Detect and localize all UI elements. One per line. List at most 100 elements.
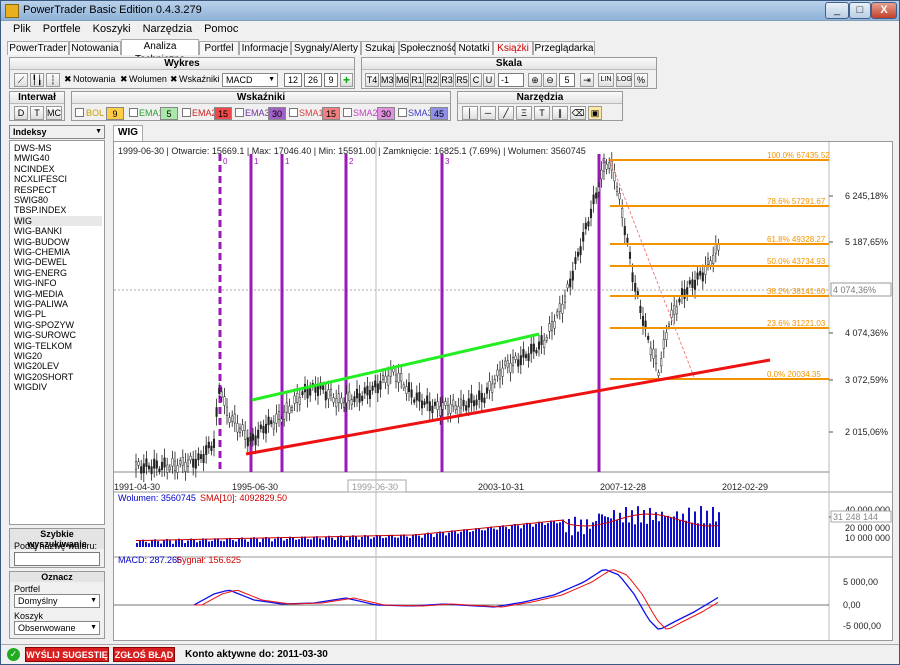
channel-icon[interactable]: ∥: [552, 106, 568, 120]
index-item-wig20[interactable]: WIG20: [14, 351, 102, 361]
index-item-tbsp-index[interactable]: TBSP.INDEX: [14, 205, 102, 215]
interval-d-button[interactable]: D: [14, 106, 28, 120]
tab-spolecznosc[interactable]: Społeczność: [399, 41, 457, 55]
range-r5-button[interactable]: R5: [455, 73, 469, 87]
sma2-value[interactable]: 30: [377, 107, 395, 120]
index-item-wig20lev[interactable]: WIG20LEV: [14, 361, 102, 371]
close-button[interactable]: X: [871, 2, 897, 19]
index-item-wig-energ[interactable]: WIG-ENERG: [14, 268, 102, 278]
index-item-wig-surowc[interactable]: WIG-SUROWC: [14, 330, 102, 340]
range-m6-button[interactable]: M6: [395, 73, 409, 87]
index-item-wig-dewel[interactable]: WIG-DEWEL: [14, 257, 102, 267]
log-scale-button[interactable]: LOG: [616, 73, 632, 87]
sma3-checkbox[interactable]: [398, 108, 407, 117]
add-indicator-button[interactable]: +: [340, 73, 353, 87]
koszyk-select[interactable]: Obserwowane: [14, 621, 100, 635]
index-item-swig80[interactable]: SWIG80: [14, 195, 102, 205]
param2-input[interactable]: 26: [304, 73, 322, 87]
eraser-icon[interactable]: ⌫: [570, 106, 586, 120]
indicator-select[interactable]: MACD: [222, 73, 278, 87]
tab-sygnaly[interactable]: Sygnały/Alerty: [291, 41, 361, 55]
index-item-wig-banki[interactable]: WIG-BANKI: [14, 226, 102, 236]
menu-koszyki[interactable]: Koszyki: [87, 21, 137, 37]
ema2-checkbox[interactable]: [182, 108, 191, 117]
index-item-wig-chemia[interactable]: WIG-CHEMIA: [14, 247, 102, 257]
param1-input[interactable]: 12: [284, 73, 302, 87]
interval-t-button[interactable]: T: [30, 106, 44, 120]
index-item-wig-budow[interactable]: WIG-BUDOW: [14, 237, 102, 247]
bol-checkbox[interactable]: [75, 108, 84, 117]
sma1-value[interactable]: 15: [322, 107, 340, 120]
portfel-select[interactable]: Domyślny: [14, 594, 100, 608]
index-item-ncindex[interactable]: NCINDEX: [14, 164, 102, 174]
tab-powertrader[interactable]: PowerTrader: [7, 41, 69, 55]
tab-informacje[interactable]: Informacje: [239, 41, 291, 55]
tab-szukaj[interactable]: Szukaj: [361, 41, 399, 55]
range-r2-button[interactable]: R2: [425, 73, 439, 87]
zoom-in-icon[interactable]: ⊕: [528, 73, 542, 87]
index-item-wig-telkom[interactable]: WIG-TELKOM: [14, 341, 102, 351]
report-bug-button[interactable]: ZGŁOŚ BŁĄD: [113, 647, 175, 662]
horizontal-line-icon[interactable]: ─: [480, 106, 496, 120]
index-item-wig-spozyw[interactable]: WIG-SPOZYW: [14, 320, 102, 330]
menu-portfele[interactable]: Portfele: [37, 21, 87, 37]
ema3-checkbox[interactable]: [235, 108, 244, 117]
tab-analiza-techniczna[interactable]: Analiza Techniczna: [121, 39, 199, 65]
candle-chart-icon[interactable]: ┆: [46, 73, 60, 87]
index-item-wig-info[interactable]: WIG-INFO: [14, 278, 102, 288]
tab-ksiazki[interactable]: Książki: [493, 41, 533, 55]
range-r3-button[interactable]: R3: [440, 73, 454, 87]
index-item-wig-media[interactable]: WIG-MEDIA: [14, 289, 102, 299]
chart-tab-wig[interactable]: WIG: [113, 125, 143, 141]
range-t4-button[interactable]: T4: [365, 73, 379, 87]
line-chart-icon[interactable]: ⟋: [14, 73, 28, 87]
range-u-button[interactable]: U: [483, 73, 495, 87]
bol-value[interactable]: 9: [106, 107, 124, 120]
ema2-value[interactable]: 15: [214, 107, 232, 120]
chart-area[interactable]: 1999-06-30 | Otwarcie: 15669.1 | Max: 17…: [113, 141, 893, 641]
ema1-value[interactable]: 5: [160, 107, 178, 120]
menu-pomoc[interactable]: Pomoc: [198, 21, 244, 37]
trend-line-icon[interactable]: ╱: [498, 106, 514, 120]
param3-input[interactable]: 9: [324, 73, 338, 87]
percent-scale-button[interactable]: %: [634, 73, 648, 87]
interval-mc-button[interactable]: MC: [46, 106, 62, 120]
index-item-wig-paliwa[interactable]: WIG-PALIWA: [14, 299, 102, 309]
sma2-checkbox[interactable]: [343, 108, 352, 117]
index-item-respect[interactable]: RESPECT: [14, 185, 102, 195]
chart-svg[interactable]: 1999-06-30 | Otwarcie: 15669.1 | Max: 17…: [114, 142, 892, 640]
maximize-button[interactable]: □: [849, 2, 871, 19]
index-item-wig-pl[interactable]: WIG-PL: [14, 309, 102, 319]
ema3-value[interactable]: 30: [268, 107, 286, 120]
notowania-check-icon[interactable]: ✖: [64, 74, 72, 85]
menu-plik[interactable]: Plik: [7, 21, 37, 37]
wskazniki-check-icon[interactable]: ✖: [170, 74, 178, 85]
menu-narzedzia[interactable]: Narzędzia: [137, 21, 199, 37]
tab-przegladarka[interactable]: Przeglądarka: [533, 41, 595, 55]
vertical-line-icon[interactable]: │: [462, 106, 478, 120]
indeksy-dropdown[interactable]: Indeksy: [9, 125, 105, 139]
lock-icon[interactable]: ▣: [588, 106, 602, 120]
tab-notowania[interactable]: Notowania: [69, 41, 121, 55]
index-item-wig20short[interactable]: WIG20SHORT: [14, 372, 102, 382]
sma3-value[interactable]: 45: [430, 107, 448, 120]
zoom-out-icon[interactable]: ⊖: [543, 73, 557, 87]
suggest-button[interactable]: WYŚLIJ SUGESTIĘ: [25, 647, 109, 662]
minimize-button[interactable]: _: [825, 2, 849, 19]
bar-chart-icon[interactable]: ╿╽: [30, 73, 44, 87]
range-r1-button[interactable]: R1: [410, 73, 424, 87]
quick-search-input[interactable]: [14, 552, 100, 566]
sma1-checkbox[interactable]: [289, 108, 298, 117]
index-item-wig[interactable]: WIG: [14, 215, 102, 226]
index-item-wigdiv[interactable]: WIGDIV: [14, 382, 102, 392]
offset-input[interactable]: -1: [498, 73, 524, 87]
range-m3-button[interactable]: M3: [380, 73, 394, 87]
zoom-input[interactable]: 5: [559, 73, 575, 87]
text-tool-icon[interactable]: T: [534, 106, 550, 120]
lin-scale-button[interactable]: LIN: [598, 73, 614, 87]
index-item-dws-ms[interactable]: DWS-MS: [14, 143, 102, 153]
tab-notatki[interactable]: Notatki: [455, 41, 493, 55]
wolumen-check-icon[interactable]: ✖: [120, 74, 128, 85]
fibonacci-icon[interactable]: Ξ: [516, 106, 532, 120]
index-item-ncxlifesci[interactable]: NCXLIFESCI: [14, 174, 102, 184]
